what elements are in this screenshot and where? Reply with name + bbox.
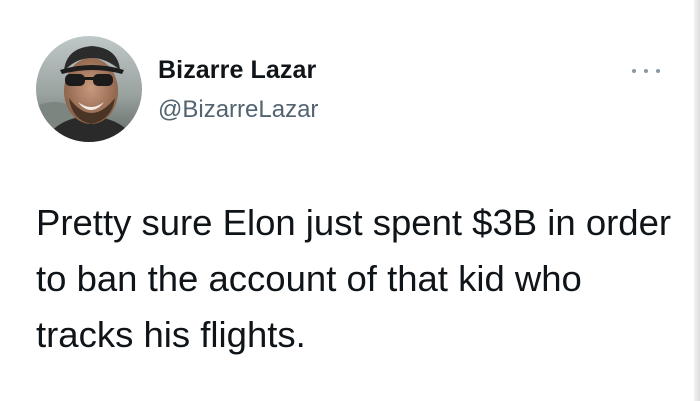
avatar-photo-icon bbox=[36, 36, 142, 142]
more-options-button[interactable] bbox=[632, 60, 660, 82]
tweet-card: Bizarre Lazar @BizarreLazar Pretty sure … bbox=[0, 0, 700, 401]
author-display-name[interactable]: Bizarre Lazar bbox=[158, 56, 316, 85]
more-horizontal-icon-dot bbox=[644, 69, 648, 73]
more-horizontal-icon bbox=[632, 69, 636, 73]
page-edge-divider bbox=[694, 0, 700, 401]
author-handle[interactable]: @BizarreLazar bbox=[158, 96, 318, 124]
more-horizontal-icon-dot bbox=[656, 69, 660, 73]
tweet-text: Pretty sure Elon just spent $3B in order… bbox=[36, 202, 672, 355]
author-avatar[interactable] bbox=[36, 36, 142, 142]
